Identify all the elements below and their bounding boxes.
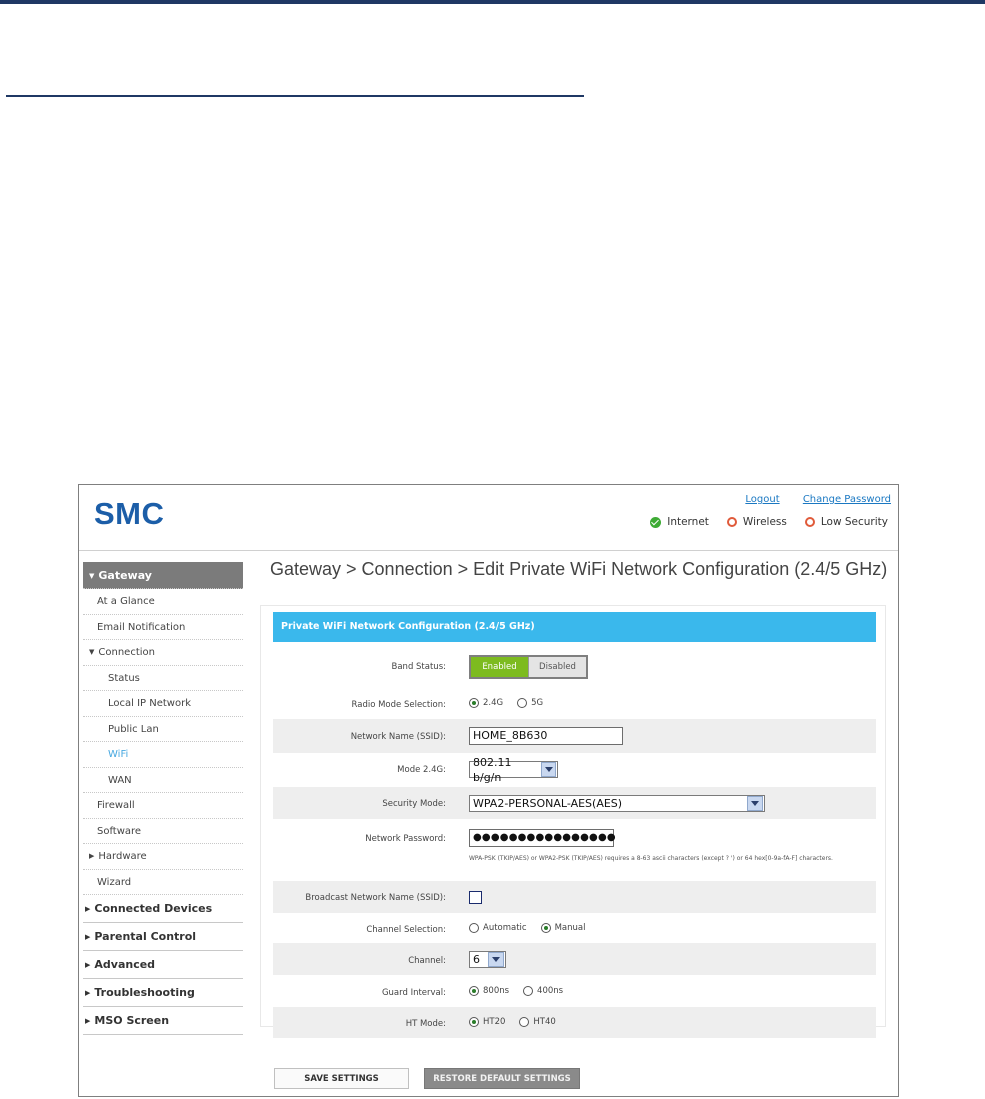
- ssid-label: Network Name (SSID):: [350, 732, 446, 742]
- password-hint: WPA-PSK (TKIP/AES) or WPA2-PSK (TKIP/AES…: [469, 855, 833, 862]
- security-mode-select[interactable]: WPA2-PERSONAL-AES(AES): [469, 795, 765, 812]
- broadcast-row: Broadcast Network Name (SSID):: [273, 881, 876, 913]
- password-label: Network Password:: [365, 834, 446, 844]
- guard-interval-label: Guard Interval:: [381, 988, 446, 998]
- status-internet: Internet: [650, 516, 709, 528]
- radio-5g[interactable]: [517, 698, 528, 708]
- sidebar-item-mso-screen[interactable]: ▶ MSO Screen: [83, 1007, 243, 1035]
- security-label: Security Mode:: [382, 799, 446, 809]
- radio-mode-row: Radio Mode Selection: 2.4G 5G: [273, 690, 876, 718]
- chevron-down-icon: [747, 796, 763, 811]
- radio-800ns[interactable]: [469, 986, 479, 996]
- sidebar-item-wifi[interactable]: WiFi: [83, 742, 243, 768]
- sidebar-item-public-lan[interactable]: Public Lan: [83, 717, 243, 742]
- screenshot-frame: SMC Logout Change Password Internet Wire…: [78, 484, 899, 1097]
- radio-mode-options: 2.4G 5G: [469, 698, 557, 708]
- status-internet-label: Internet: [667, 516, 709, 528]
- password-input[interactable]: ●●●●●●●●●●●●●●●●: [469, 829, 616, 847]
- check-circle-icon: [650, 516, 662, 528]
- sidebar-item-gateway[interactable]: ▼ Gateway: [83, 562, 243, 589]
- channel-selection-label: Channel Selection:: [366, 925, 446, 935]
- triangle-right-icon: ▶: [85, 961, 91, 969]
- radio-ht20[interactable]: [469, 1017, 479, 1027]
- warning-circle-icon: [804, 517, 815, 527]
- broadcast-label: Broadcast Network Name (SSID):: [305, 893, 446, 903]
- warning-circle-icon: [726, 517, 737, 527]
- sidebar-item-firewall[interactable]: Firewall: [83, 793, 243, 819]
- band-status-label: Band Status:: [391, 662, 446, 672]
- logout-link[interactable]: Logout: [745, 494, 779, 505]
- triangle-right-icon: ▶: [85, 989, 91, 997]
- channel-select[interactable]: 6: [469, 951, 506, 968]
- status-wireless: Wireless: [726, 516, 787, 528]
- radio-2-4g[interactable]: [469, 698, 479, 708]
- triangle-down-icon: ▼: [89, 572, 95, 580]
- radio-manual[interactable]: [540, 923, 551, 933]
- status-security-label: Low Security: [820, 516, 888, 528]
- ht-mode-label: HT Mode:: [405, 1019, 446, 1029]
- change-password-link[interactable]: Change Password: [803, 494, 891, 505]
- smc-logo: SMC: [94, 496, 165, 531]
- triangle-right-icon: ▶: [85, 933, 91, 941]
- radio-400ns[interactable]: [523, 986, 534, 996]
- sidebar-item-local-ip-network[interactable]: Local IP Network: [83, 691, 243, 717]
- status-wireless-label: Wireless: [742, 516, 787, 528]
- chevron-down-icon: [488, 952, 504, 967]
- sidebar-item-wizard[interactable]: Wizard: [83, 870, 243, 895]
- ht-mode-row: HT Mode: HT20 HT40: [273, 1007, 876, 1038]
- top-links: Logout Change Password: [725, 494, 891, 505]
- restore-defaults-button[interactable]: RESTORE DEFAULT SETTINGS: [424, 1068, 580, 1089]
- sidebar-item-wan[interactable]: WAN: [83, 768, 243, 793]
- sidebar-item-parental-control[interactable]: ▶ Parental Control: [83, 923, 243, 951]
- wifi-config-panel: Private WiFi Network Configuration (2.4/…: [260, 605, 886, 1038]
- mode-select[interactable]: 802.11 b/g/n: [469, 756, 558, 784]
- sidebar-item-advanced[interactable]: ▶ Advanced: [83, 951, 243, 979]
- sidebar-item-email-notification[interactable]: Email Notification: [83, 615, 243, 640]
- sidebar-item-status[interactable]: Status: [83, 666, 243, 691]
- sidebar-item-connection[interactable]: ▼ Connection: [83, 640, 243, 666]
- channel-selection-row: Channel Selection: Automatic Manual: [366, 923, 586, 935]
- channel-label: Channel:: [408, 956, 446, 966]
- disabled-button[interactable]: Disabled: [528, 657, 586, 677]
- radio-mode-label: Radio Mode Selection:: [351, 700, 446, 710]
- status-bar: Internet Wireless Low Security: [632, 516, 888, 528]
- status-security: Low Security: [804, 516, 888, 528]
- sidebar-item-hardware[interactable]: ▶ Hardware: [83, 844, 243, 870]
- panel-heading: Private WiFi Network Configuration (2.4/…: [273, 612, 876, 642]
- radio-ht40[interactable]: [519, 1017, 530, 1027]
- chevron-down-icon: [540, 762, 556, 777]
- channel-row: Channel: 6: [273, 943, 876, 975]
- broadcast-ssid-checkbox[interactable]: [469, 891, 482, 904]
- document-heading-rule: [6, 95, 584, 97]
- guard-interval-row: Guard Interval: 800ns 400ns: [381, 986, 564, 998]
- sidebar-item-at-a-glance[interactable]: At a Glance: [83, 589, 243, 615]
- password-row: Network Password: ●●●●●●●●●●●●●●●● WPA-P…: [273, 820, 876, 874]
- sidebar-item-software[interactable]: Software: [83, 819, 243, 844]
- band-status-toggle: Enabled Disabled: [469, 655, 588, 679]
- sidebar-item-troubleshooting[interactable]: ▶ Troubleshooting: [83, 979, 243, 1007]
- triangle-right-icon: ▶: [85, 905, 91, 913]
- radio-automatic[interactable]: [469, 923, 479, 933]
- sidebar-nav: ▼ Gateway At a Glance Email Notification …: [83, 562, 243, 1035]
- header-separator: [79, 550, 898, 551]
- page-title: Gateway > Connection > Edit Private WiFi…: [270, 559, 888, 579]
- triangle-right-icon: ▶: [89, 852, 95, 860]
- ssid-input[interactable]: HOME_8B630: [469, 727, 623, 745]
- sidebar-item-connected-devices[interactable]: ▶ Connected Devices: [83, 895, 243, 923]
- security-row: Security Mode: WPA2-PERSONAL-AES(AES): [273, 787, 876, 819]
- mode-row: Mode 2.4G: 802.11 b/g/n: [273, 753, 876, 785]
- triangle-down-icon: ▼: [89, 648, 95, 656]
- save-settings-button[interactable]: SAVE SETTINGS: [274, 1068, 409, 1089]
- band-status-row: Band Status: Enabled Disabled: [273, 650, 876, 682]
- document-top-rule: [0, 0, 985, 4]
- triangle-right-icon: ▶: [85, 1017, 91, 1025]
- mode-label: Mode 2.4G:: [397, 765, 446, 775]
- ssid-row: Network Name (SSID): HOME_8B630: [273, 719, 876, 753]
- enabled-button[interactable]: Enabled: [471, 657, 528, 677]
